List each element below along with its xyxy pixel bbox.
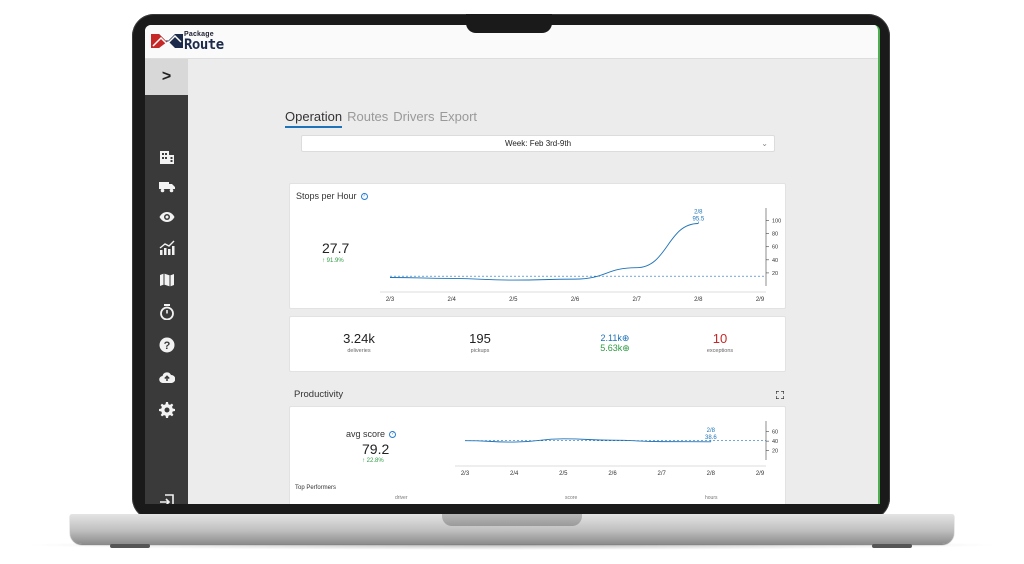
sidebar-item-trucks[interactable]: [145, 173, 188, 199]
kpi-card: 3.24k deliveries 195 pickups 2.11k⊕ 5.63…: [289, 316, 786, 372]
x-tick-label: 2/3: [386, 297, 395, 303]
x-tick-label: 2/6: [608, 471, 617, 477]
tab-export[interactable]: Export: [439, 109, 477, 128]
column-header-driver[interactable]: driver: [395, 495, 408, 501]
box-check-icon: ⊕: [622, 343, 630, 353]
annotation-date: 2/8: [694, 209, 703, 215]
y-tick-label: 60: [772, 430, 778, 436]
stops-per-hour-chart: 204060801002/3 2/4 2/5 2/6 2/7 2/8 2/92/895.5: [380, 208, 781, 303]
camera-notch: [466, 14, 552, 33]
x-tick-label: 2/5: [559, 471, 568, 477]
tab-operation[interactable]: Operation: [285, 109, 343, 128]
logo[interactable]: Package Route: [151, 30, 224, 52]
tab-routes[interactable]: Routes: [347, 109, 388, 128]
box-icon: ⊕: [621, 333, 630, 343]
stopwatch-icon: [159, 304, 174, 320]
deliveries-label: deliveries: [347, 348, 371, 354]
eye-icon: [159, 212, 174, 222]
x-tick-label: 2/9: [756, 471, 765, 477]
productivity-card: avg score ? 79.2 ↑ 22.8% 20 40 60 2/3 2/4 2/5…: [289, 406, 786, 504]
logout-icon: [159, 494, 174, 504]
svg-text:?: ?: [163, 340, 170, 352]
blue-kpi-row: 2.11k⊕: [560, 333, 670, 343]
green-kpi-value: 5.63k: [600, 343, 623, 353]
pickups-value: 195: [469, 331, 491, 346]
x-tick-label: 2/8: [694, 297, 703, 303]
view-tabs: Operation Routes Drivers Export: [285, 109, 477, 128]
x-tick-label: 2/8: [707, 471, 716, 477]
pickups-kpi: 195 pickups: [425, 331, 535, 354]
analytics-icon: [159, 240, 174, 255]
tab-drivers[interactable]: Drivers: [393, 109, 434, 128]
upload-cloud-icon: [158, 372, 175, 384]
week-select-value: Week: Feb 3rd-9th: [504, 139, 572, 148]
laptop-groove: [442, 514, 582, 526]
annotation-value: 95.5: [692, 216, 704, 222]
x-tick-label: 2/5: [509, 297, 518, 303]
column-header-hours[interactable]: hours: [705, 495, 718, 501]
sidebar-item-help[interactable]: ?: [145, 332, 188, 358]
y-tick-label: 20: [772, 271, 778, 277]
sidebar-item-analytics[interactable]: [145, 235, 188, 261]
deliveries-value: 3.24k: [343, 331, 375, 346]
laptop-foot-left: [110, 544, 150, 548]
annotation-value: 38.6: [705, 435, 717, 441]
chevron-down-icon: ⌄: [761, 139, 768, 148]
gear-icon: [158, 402, 175, 418]
x-tick-label: 2/6: [571, 297, 580, 303]
y-tick-label: 100: [772, 219, 781, 225]
stops-per-hour-card: Stops per Hour ? 27.7 ↑ 91.9% 20 40 60 80 10…: [289, 183, 786, 309]
screen: Package Route > ? Operation Routes Drive…: [145, 25, 880, 504]
x-tick-label: 2/3: [461, 471, 470, 477]
pickups-label: pickups: [470, 348, 490, 354]
productivity-chart: 2040602/3 2/4 2/5 2/6 2/7 2/8 2/92/838.6: [455, 421, 778, 477]
sidebar-item-monitor[interactable]: [145, 204, 188, 230]
sidebar-item-map[interactable]: [145, 267, 188, 293]
sidebar: > ?: [145, 59, 188, 504]
sidebar-item-settings[interactable]: [145, 397, 188, 423]
green-kpi-row: 5.63k⊕: [560, 343, 670, 353]
exceptions-value: 10: [712, 331, 728, 346]
logo-mark-icon: [151, 34, 183, 48]
laptop-foot-right: [872, 544, 912, 548]
truck-icon: [158, 182, 175, 193]
package-kpi: 2.11k⊕ 5.63k⊕: [560, 333, 670, 353]
sidebar-item-logout[interactable]: [145, 489, 188, 504]
top-performers-title: Top Performers: [295, 485, 337, 491]
x-tick-label: 2/4: [447, 297, 456, 303]
x-tick-label: 2/7: [657, 471, 666, 477]
sidebar-item-timer[interactable]: [145, 299, 188, 325]
logo-bottom-text: Route: [184, 36, 224, 53]
y-tick-label: 80: [772, 232, 778, 238]
blue-kpi-value: 2.11k: [600, 333, 622, 343]
help-icon: ?: [159, 337, 174, 353]
exceptions-kpi: 10 exceptions: [665, 331, 775, 354]
sidebar-toggle-button[interactable]: >: [145, 59, 188, 95]
sidebar-item-upload[interactable]: [145, 365, 188, 391]
y-tick-label: 40: [772, 258, 778, 264]
annotation-date: 2/8: [707, 428, 716, 434]
y-tick-label: 60: [772, 245, 778, 251]
expand-icon[interactable]: [776, 391, 784, 399]
x-tick-label: 2/7: [632, 297, 641, 303]
x-tick-label: 2/4: [510, 471, 519, 477]
deliveries-kpi: 3.24k deliveries: [304, 331, 414, 354]
y-tick-label: 20: [772, 449, 778, 455]
week-select[interactable]: Week: Feb 3rd-9th ⌄: [301, 135, 775, 152]
exceptions-label: exceptions: [706, 348, 734, 354]
column-header-score[interactable]: score: [565, 495, 577, 501]
series-line: [389, 223, 699, 281]
y-tick-label: 40: [772, 439, 778, 445]
building-icon: [159, 151, 174, 164]
map-icon: [159, 273, 174, 287]
x-tick-label: 2/9: [756, 297, 765, 303]
productivity-title: Productivity: [294, 389, 344, 400]
sidebar-item-buildings[interactable]: [145, 144, 188, 170]
